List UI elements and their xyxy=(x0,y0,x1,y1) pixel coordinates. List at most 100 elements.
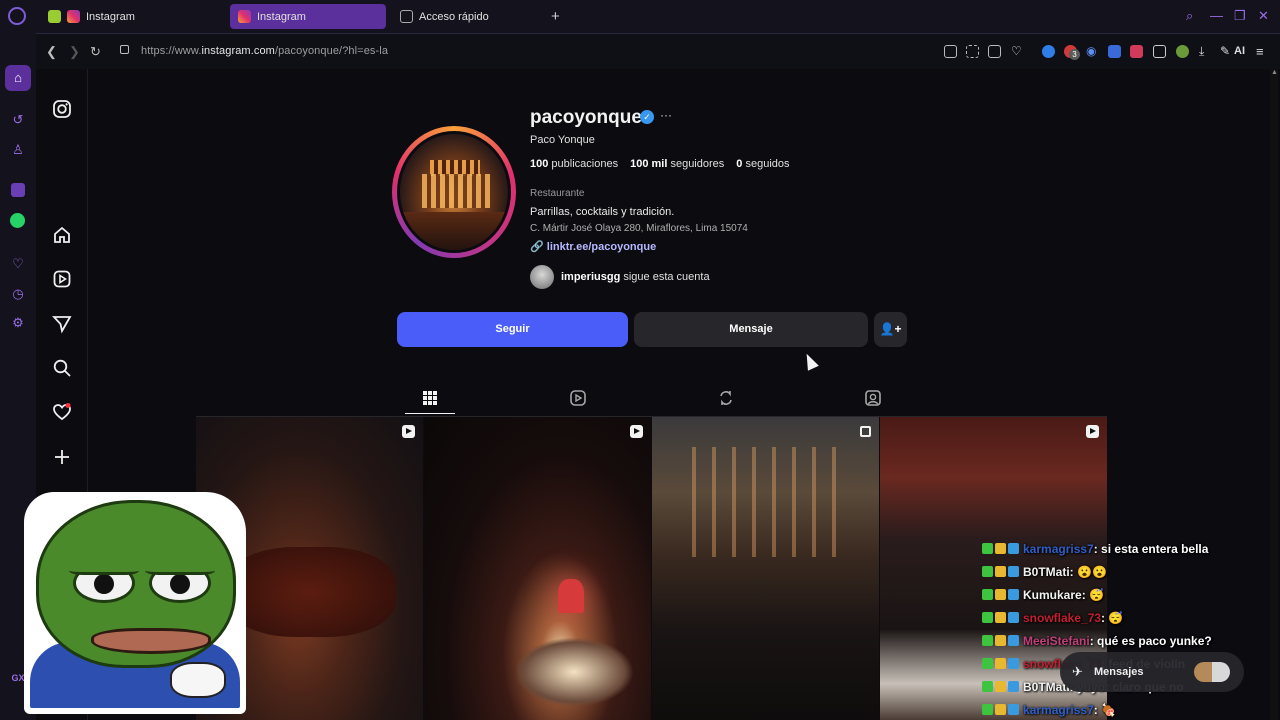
instagram-logo-icon[interactable] xyxy=(52,99,72,119)
browser-tab-strip: Instagram Instagram Acceso rápido + ⌕ — … xyxy=(0,0,1280,33)
reels-icon[interactable] xyxy=(52,269,72,289)
notifications-heart-icon[interactable] xyxy=(52,402,72,422)
heart-icon[interactable]: ♡ xyxy=(9,255,27,273)
chat-badge-icon xyxy=(982,612,993,623)
mutual-follower-avatar[interactable] xyxy=(530,265,554,289)
settings-icon[interactable]: ⚙ xyxy=(9,314,27,332)
tab-reels-icon[interactable] xyxy=(569,389,587,407)
audio-icon[interactable]: ◉ xyxy=(1086,45,1099,58)
aria-icon[interactable]: ♙ xyxy=(9,141,27,159)
profile-bio: Parrillas, cocktails y tradición. xyxy=(530,206,675,218)
suggested-accounts-button[interactable]: 👤+ xyxy=(874,312,907,347)
chat-badge-icon xyxy=(995,635,1006,646)
snapshot-icon[interactable] xyxy=(966,45,979,58)
chat-badge-icon xyxy=(1008,612,1019,623)
mouse-cursor xyxy=(801,351,819,371)
reload-icon[interactable]: ↻ xyxy=(90,44,101,60)
tab-instagram-active[interactable]: Instagram xyxy=(230,4,386,29)
dog-figure xyxy=(170,662,226,698)
profile-address[interactable]: C. Mártir José Olaya 280, Miraflores, Li… xyxy=(530,223,748,234)
ai-pen-icon[interactable]: ✎ xyxy=(1220,45,1233,58)
chat-badge-icon xyxy=(982,658,993,669)
chat-username[interactable]: Kumukare xyxy=(1023,588,1082,602)
shield-icon[interactable] xyxy=(988,45,1001,58)
tab-acceso-rapido[interactable]: Acceso rápido xyxy=(392,4,542,29)
grid-favicon-icon xyxy=(400,10,413,23)
profile-avatar[interactable] xyxy=(397,131,511,253)
search-icon[interactable] xyxy=(52,358,72,378)
direct-send-icon[interactable] xyxy=(52,314,72,334)
menu-icon[interactable]: ≡ xyxy=(1256,45,1269,58)
chat-badge-icon xyxy=(982,704,993,715)
carousel-badge-icon xyxy=(860,426,871,437)
extension-badge: 3 xyxy=(1069,49,1080,60)
messages-bar[interactable]: ✈ Mensajes xyxy=(1060,652,1244,692)
minimize-icon[interactable]: — xyxy=(1210,8,1223,23)
translate-icon[interactable] xyxy=(1108,45,1121,58)
scroll-up-icon[interactable]: ▲ xyxy=(1271,69,1278,79)
maximize-icon[interactable]: ❐ xyxy=(1234,8,1246,24)
grid-post-3[interactable] xyxy=(652,417,879,720)
home-icon[interactable] xyxy=(52,225,72,245)
pepe-right-lid xyxy=(145,553,215,575)
chat-badge-icon xyxy=(995,612,1006,623)
post-image-lamp xyxy=(558,579,584,613)
profile-category: Restaurante xyxy=(530,188,585,199)
close-window-icon[interactable]: ✕ xyxy=(1258,8,1269,24)
chat-badge-icon xyxy=(995,704,1006,715)
new-tab-button[interactable]: + xyxy=(551,8,560,25)
ai-label[interactable]: AI xyxy=(1234,45,1245,57)
tab-posts-grid-icon[interactable] xyxy=(421,389,439,407)
stat-followers[interactable]: 100 mil seguidores xyxy=(630,158,724,170)
download-icon[interactable]: ⤓ xyxy=(1199,45,1212,58)
frog-extension-icon[interactable] xyxy=(1176,45,1189,58)
followed-by-text[interactable]: imperiusgg sigue esta cuenta xyxy=(561,271,710,283)
chat-username[interactable]: snowflake_73 xyxy=(1023,611,1101,625)
active-tab-indicator xyxy=(405,413,455,414)
screen: Instagram Instagram Acceso rápido + ⌕ — … xyxy=(0,0,1280,720)
message-button[interactable]: Mensaje xyxy=(634,312,868,347)
grid-post-2[interactable] xyxy=(424,417,651,720)
whatsapp-icon[interactable] xyxy=(10,213,25,228)
add-person-icon: 👤 xyxy=(879,322,895,336)
chat-badge-icon xyxy=(1008,635,1019,646)
search-tabs-icon[interactable]: ⌕ xyxy=(1186,8,1193,24)
chat-username[interactable]: karmagriss7 xyxy=(1023,542,1094,556)
profile-link[interactable]: 🔗 linktr.ee/pacoyonque xyxy=(530,240,656,253)
profile-full-name: Paco Yonque xyxy=(530,134,595,146)
extension-blue-icon[interactable] xyxy=(1042,45,1055,58)
chat-badge-icon xyxy=(982,589,993,600)
back-icon[interactable]: ❮ xyxy=(46,44,57,60)
url-field[interactable]: https://www.instagram.com/pacoyonque/?hl… xyxy=(141,45,388,57)
avatar-reflection xyxy=(400,212,508,250)
messages-label: Mensajes xyxy=(1094,666,1144,678)
chat-badge-icon xyxy=(1008,658,1019,669)
home-icon[interactable]: ⌂ xyxy=(9,69,27,87)
chat-badge-icon xyxy=(1008,566,1019,577)
opera-logo-icon[interactable] xyxy=(8,7,26,25)
chat-username[interactable]: karmagriss7 xyxy=(1023,703,1094,717)
history-icon[interactable]: ↺ xyxy=(9,111,27,129)
clock-icon[interactable]: ◷ xyxy=(9,285,27,303)
chat-badge-icon xyxy=(1008,589,1019,600)
chat-badge-icon xyxy=(995,589,1006,600)
lock-icon[interactable] xyxy=(120,45,129,54)
follow-button[interactable]: Seguir xyxy=(397,312,628,347)
tab-instagram-1[interactable]: Instagram xyxy=(40,4,225,29)
instagram-favicon-icon xyxy=(67,10,80,23)
tab-tagged-icon[interactable] xyxy=(864,389,882,407)
chat-username[interactable]: B0TMati xyxy=(1023,565,1070,579)
stat-following[interactable]: 0 seguidos xyxy=(736,158,789,170)
extension-pink-icon[interactable] xyxy=(1130,45,1143,58)
twitch-icon[interactable] xyxy=(11,183,25,197)
more-options-icon[interactable]: ··· xyxy=(660,108,672,122)
page-scrollbar[interactable]: ▲ xyxy=(1270,69,1278,720)
tab-label: Instagram xyxy=(86,10,135,23)
pin-icon[interactable] xyxy=(944,45,957,58)
tab-reposts-icon[interactable] xyxy=(717,389,735,407)
create-plus-icon[interactable] xyxy=(52,447,72,467)
puzzle-icon[interactable] xyxy=(1153,45,1166,58)
chat-username[interactable]: MeeiStefani xyxy=(1023,634,1090,648)
heart-icon[interactable]: ♡ xyxy=(1011,45,1024,58)
forward-icon[interactable]: ❯ xyxy=(69,44,80,60)
